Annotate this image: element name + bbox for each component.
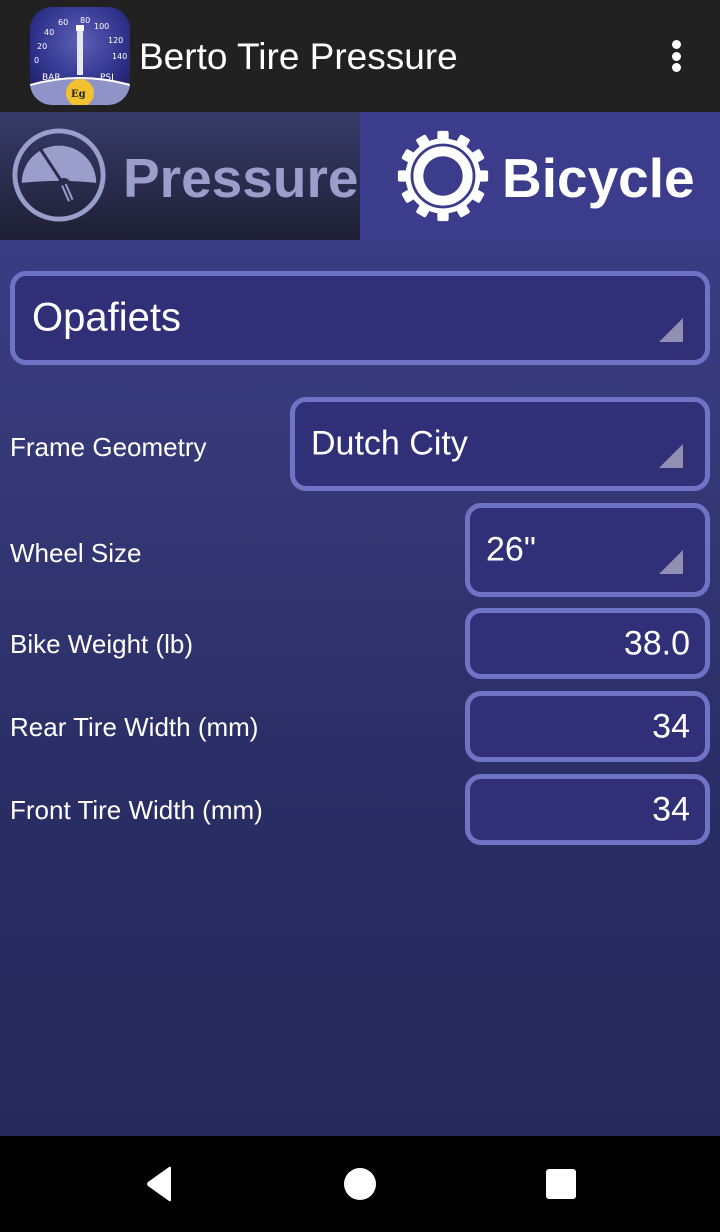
system-nav-bar bbox=[0, 1136, 720, 1232]
app-logo-icon: 0 20 40 60 80 100 120 140 BAR PSI Eg bbox=[30, 7, 130, 105]
more-options-icon[interactable] bbox=[660, 36, 692, 76]
gauge-icon bbox=[12, 128, 106, 222]
svg-text:20: 20 bbox=[37, 42, 47, 51]
svg-text:60: 60 bbox=[58, 18, 68, 27]
bike-weight-label: Bike Weight (lb) bbox=[10, 629, 194, 659]
tab-pressure-label: Pressure bbox=[123, 147, 359, 209]
rear-tire-width-label: Rear Tire Width (mm) bbox=[10, 712, 259, 742]
app-bar: 0 20 40 60 80 100 120 140 BAR PSI Eg Ber… bbox=[0, 0, 720, 112]
svg-text:BAR: BAR bbox=[42, 73, 61, 83]
dropdown-arrow-icon bbox=[659, 550, 683, 574]
main-content: Pressure Bicycle Opafiets Frame Geometry… bbox=[0, 112, 720, 1136]
tab-pressure[interactable]: Pressure bbox=[0, 112, 360, 240]
home-icon[interactable] bbox=[343, 1166, 377, 1202]
bike-profile-dropdown[interactable]: Opafiets bbox=[10, 271, 710, 365]
front-tire-width-input[interactable]: 34 bbox=[465, 774, 710, 845]
svg-text:120: 120 bbox=[108, 36, 123, 45]
app-title: Berto Tire Pressure bbox=[139, 36, 458, 77]
tab-bicycle[interactable]: Bicycle bbox=[360, 112, 720, 240]
svg-text:0: 0 bbox=[34, 56, 39, 65]
bike-profile-value: Opafiets bbox=[32, 295, 181, 340]
tab-bicycle-label: Bicycle bbox=[502, 147, 695, 209]
svg-text:80: 80 bbox=[80, 16, 90, 25]
svg-text:100: 100 bbox=[94, 22, 109, 31]
back-icon[interactable] bbox=[144, 1166, 178, 1202]
front-tire-width-value: 34 bbox=[652, 790, 690, 828]
wheel-size-dropdown[interactable]: 26" bbox=[465, 503, 710, 597]
recents-icon[interactable] bbox=[544, 1166, 578, 1202]
dropdown-arrow-icon bbox=[659, 444, 683, 468]
svg-text:PSI: PSI bbox=[100, 73, 114, 83]
rear-tire-width-input[interactable]: 34 bbox=[465, 691, 710, 762]
front-tire-width-label: Front Tire Width (mm) bbox=[10, 795, 263, 825]
rear-tire-width-value: 34 bbox=[652, 707, 690, 745]
frame-geometry-dropdown[interactable]: Dutch City bbox=[290, 397, 710, 491]
gear-icon bbox=[397, 130, 489, 222]
wheel-size-value: 26" bbox=[486, 530, 536, 569]
svg-text:Eg: Eg bbox=[71, 89, 86, 100]
dropdown-arrow-icon bbox=[659, 318, 683, 342]
frame-geometry-label: Frame Geometry bbox=[10, 432, 207, 462]
wheel-size-label: Wheel Size bbox=[10, 538, 142, 568]
bike-weight-input[interactable]: 38.0 bbox=[465, 608, 710, 679]
svg-text:140: 140 bbox=[112, 52, 127, 61]
svg-text:40: 40 bbox=[44, 28, 54, 37]
frame-geometry-value: Dutch City bbox=[311, 424, 468, 463]
bike-weight-value: 38.0 bbox=[623, 624, 690, 662]
